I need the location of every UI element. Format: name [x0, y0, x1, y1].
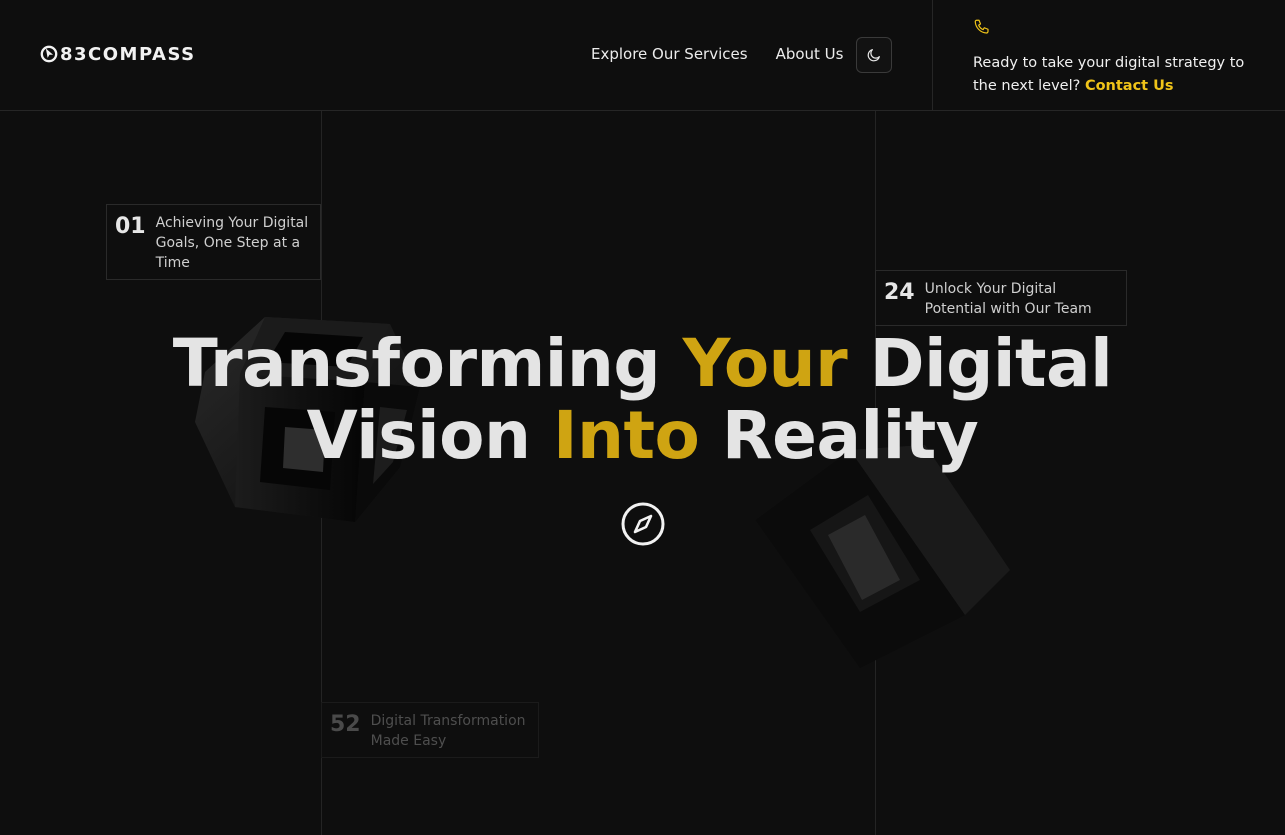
stat-number: 01	[115, 214, 146, 239]
logo-text: 83COMPASS	[60, 43, 196, 65]
phone-icon	[974, 19, 989, 34]
stat-label: Unlock Your Digital Potential with Our T…	[924, 281, 1092, 317]
contact-us-link[interactable]: Contact Us	[1085, 78, 1174, 94]
stat-label: Achieving Your Digital Goals, One Step a…	[155, 215, 309, 271]
cube-illustration-right	[755, 445, 1010, 668]
headline-accent-word: Your	[682, 325, 848, 402]
logo[interactable]: 83COMPASS	[40, 43, 196, 65]
nav-about-us[interactable]: About Us	[776, 45, 844, 63]
headline-accent-word: Into	[552, 397, 700, 474]
header: 83COMPASS Explore Our Services About Us …	[0, 0, 1285, 111]
hero-headline: Transforming Your Digital Vision Into Re…	[0, 328, 1285, 472]
stat-label: Digital Transformation Made Easy	[370, 713, 526, 749]
compass-button[interactable]	[620, 501, 666, 547]
cta-block: Ready to take your digital strategy to t…	[973, 18, 1263, 98]
stat-number: 52	[330, 712, 361, 737]
logo-icon	[40, 45, 58, 63]
headline-word: Reality	[721, 397, 979, 474]
stat-number: 24	[884, 280, 915, 305]
compass-icon	[621, 502, 665, 546]
stat-card: 01 Achieving Your Digital Goals, One Ste…	[106, 204, 321, 280]
page: 83COMPASS Explore Our Services About Us …	[0, 0, 1285, 835]
nav-explore-services[interactable]: Explore Our Services	[591, 45, 748, 63]
stat-card: 52 Digital Transformation Made Easy	[321, 702, 539, 758]
main-nav: Explore Our Services About Us	[591, 45, 843, 63]
theme-toggle-button[interactable]	[856, 37, 892, 73]
headline-word: Digital	[869, 325, 1113, 402]
stat-card: 24 Unlock Your Digital Potential with Ou…	[875, 270, 1127, 326]
header-divider	[932, 0, 933, 111]
headline-word: Transforming	[172, 325, 661, 402]
headline-word: Vision	[306, 397, 531, 474]
cta-text: Ready to take your digital strategy to t…	[973, 52, 1263, 98]
moon-icon	[867, 49, 880, 62]
